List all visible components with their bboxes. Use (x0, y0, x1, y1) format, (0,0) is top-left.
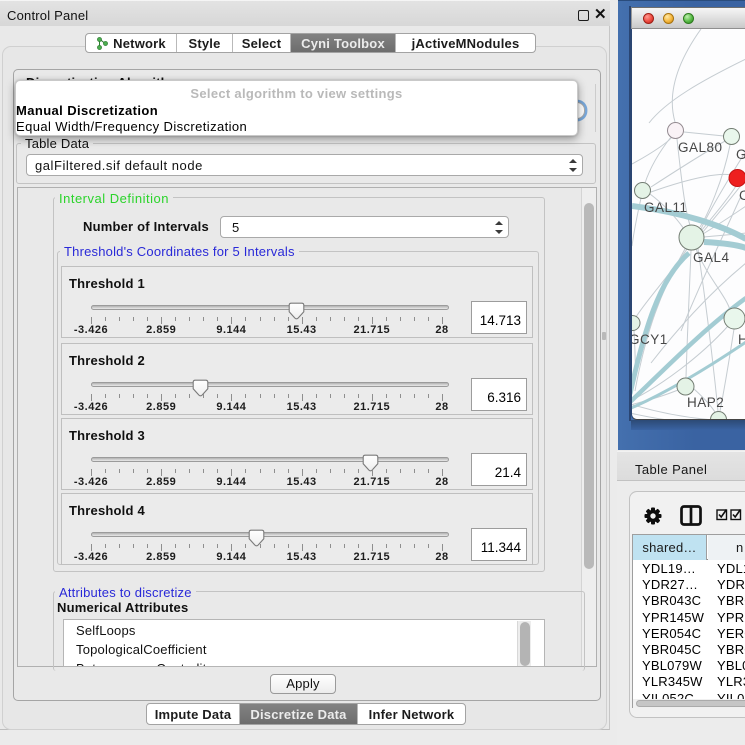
svg-text:GAL11: GAL11 (644, 200, 688, 215)
svg-text:GA: GA (736, 147, 745, 162)
svg-text:H: H (738, 332, 745, 347)
svg-text:C: C (739, 188, 745, 203)
svg-text:HAP2: HAP2 (687, 395, 724, 410)
svg-text:GAL80: GAL80 (678, 140, 723, 155)
svg-text:GCY1: GCY1 (632, 332, 668, 347)
svg-text:GAL4: GAL4 (693, 250, 730, 265)
